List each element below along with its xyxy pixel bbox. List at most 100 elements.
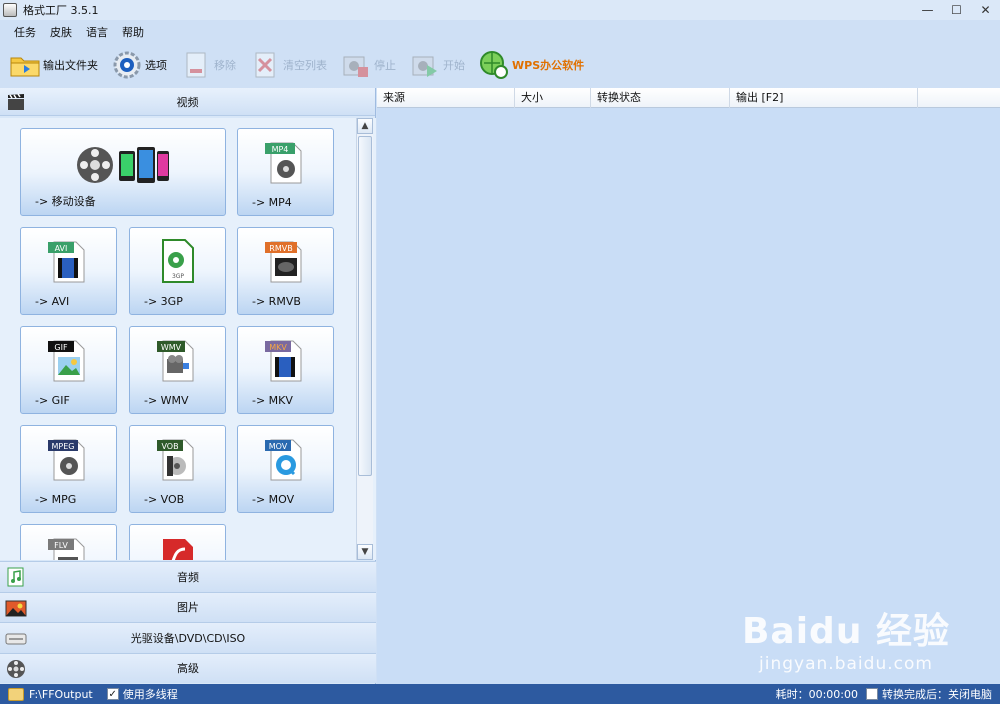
audio-category-label: 音频 [177,570,199,584]
scroll-up-arrow[interactable]: ▲ [357,118,373,134]
flash-file-icon [155,535,201,560]
tile-wmv[interactable]: WMV -> WMV [129,326,226,414]
folder-icon [10,50,40,80]
tile-mov[interactable]: MOV -> MOV [237,425,334,513]
column-output[interactable]: 输出 [F2] [730,88,918,108]
output-folder-button[interactable]: 输出文件夹 [10,48,98,82]
picture-icon [5,597,27,619]
scroll-down-arrow[interactable]: ▼ [357,544,373,560]
advanced-category[interactable]: 高级 [0,652,376,683]
toolbar: 输出文件夹 选项 移除 清空列表 停止 开始 WPS办公软件 [0,46,1000,84]
audio-category[interactable]: 音频 [0,561,376,592]
tile-mp4-label: -> MP4 [252,196,292,209]
wps-office-button[interactable]: WPS办公软件 [479,48,584,82]
minimize-button[interactable]: — [913,0,942,20]
column-size[interactable]: 大小 [515,88,591,108]
menu-task[interactable]: 任务 [14,24,36,40]
svg-text:WMV: WMV [160,343,181,352]
tile-mkv-label: -> MKV [252,394,293,407]
baidu-jingyan-watermark: Baidu 经验 jingyan.baidu.com [742,602,950,674]
tile-mpg-label: -> MPG [35,493,77,506]
video-category-label: 视频 [176,95,199,109]
tile-vob-label: -> VOB [144,493,185,506]
tile-gif[interactable]: GIF -> GIF [20,326,117,414]
start-label: 开始 [443,59,465,72]
start-icon [410,50,440,80]
tile-avi-label: -> AVI [35,295,70,308]
svg-text:MP4: MP4 [271,145,288,154]
mp4-file-icon: MP4 [263,139,309,188]
column-extra[interactable] [918,88,1000,108]
start-button[interactable]: 开始 [410,48,465,82]
tile-mobile-device[interactable]: -> 移动设备 [20,128,226,216]
video-category-header[interactable]: 视频 [0,88,375,116]
mobile-device-icon [75,141,171,192]
svg-text:RMVB: RMVB [269,244,292,253]
svg-text:AVI: AVI [54,244,67,253]
window-controls: — ☐ ✕ [913,0,1000,20]
tile-flv[interactable]: FLV [20,524,117,560]
menu-skin[interactable]: 皮肤 [50,24,72,40]
music-note-icon [5,566,27,588]
stop-button[interactable]: 停止 [341,48,396,82]
elapsed-time: 耗时：00:00:00 [775,688,858,701]
shutdown-checkbox[interactable] [866,688,878,700]
scroll-thumb[interactable] [358,136,372,476]
multithread-label: 使用多线程 [122,688,178,701]
mpeg-file-icon: MPEG [46,436,92,485]
clear-list-button[interactable]: 清空列表 [250,48,327,82]
options-label: 选项 [145,59,167,72]
task-list-panel: 来源 大小 转换状态 输出 [F2] Baidu 经验 jingyan.baid… [377,88,1000,684]
tile-mkv[interactable]: MKV -> MKV [237,326,334,414]
grid-scrollbar[interactable]: ▲ ▼ [356,118,373,560]
3gp-file-icon: 3GP [155,238,201,287]
column-status[interactable]: 转换状态 [591,88,730,108]
svg-text:MOV: MOV [268,442,287,451]
tile-3gp[interactable]: 3GP -> 3GP [129,227,226,315]
svg-text:MKV: MKV [269,343,287,352]
status-right: 耗时：00:00:00 转换完成后：关闭电脑 [776,684,992,704]
image-category[interactable]: 图片 [0,591,376,622]
menu-bar: 任务 皮肤 语言 帮助 [0,22,158,42]
remove-icon [181,50,211,80]
options-button[interactable]: 选项 [112,48,167,82]
optical-drive-category[interactable]: 光驱设备\DVD\CD\ISO [0,622,376,653]
window-title: 格式工厂 3.5.1 [23,4,99,17]
close-button[interactable]: ✕ [971,0,1000,20]
tile-mpg[interactable]: MPEG -> MPG [20,425,117,513]
tile-3gp-label: -> 3GP [144,295,183,308]
svg-text:3GP: 3GP [171,273,183,280]
svg-text:VOB: VOB [161,442,178,451]
tile-avi[interactable]: AVI -> AVI [20,227,117,315]
title-bar: 格式工厂 3.5.1 — ☐ ✕ [0,0,1000,20]
tile-vob[interactable]: VOB -> VOB [129,425,226,513]
mkv-file-icon: MKV [263,337,309,386]
svg-text:FLV: FLV [54,541,68,550]
tile-rmvb[interactable]: RMVB -> RMVB [237,227,334,315]
category-list: 音频 图片 光驱设备\DVD\CD\ISO 高级 [0,561,376,683]
menu-language[interactable]: 语言 [86,24,108,40]
svg-text:MPEG: MPEG [51,442,74,451]
watermark-url: jingyan.baidu.com [759,654,933,674]
remove-button[interactable]: 移除 [181,48,236,82]
maximize-button[interactable]: ☐ [942,0,971,20]
image-category-label: 图片 [177,601,199,615]
output-folder-label: 输出文件夹 [43,59,98,72]
stop-label: 停止 [374,59,396,72]
tile-wmv-label: -> WMV [144,394,189,407]
tile-swf[interactable] [129,524,226,560]
gif-file-icon: GIF [46,337,92,386]
output-folder-icon[interactable] [8,687,24,701]
optical-drive-icon [5,627,27,649]
menu-help[interactable]: 帮助 [122,24,144,40]
advanced-category-label: 高级 [177,662,199,676]
tile-mp4[interactable]: MP4 -> MP4 [237,128,334,216]
column-source[interactable]: 来源 [377,88,515,108]
avi-file-icon: AVI [46,238,92,287]
category-panel: 视频 -> 移动设备 MP4 -> MP4 AVI -> AVI 3GP -> … [0,88,376,684]
multithread-checkbox[interactable]: ✓ [106,688,119,700]
output-path[interactable]: F:\FFOutput [29,688,93,701]
clear-list-icon [250,50,280,80]
video-format-grid: -> 移动设备 MP4 -> MP4 AVI -> AVI 3GP -> 3GP… [0,118,376,560]
vob-file-icon: VOB [155,436,201,485]
